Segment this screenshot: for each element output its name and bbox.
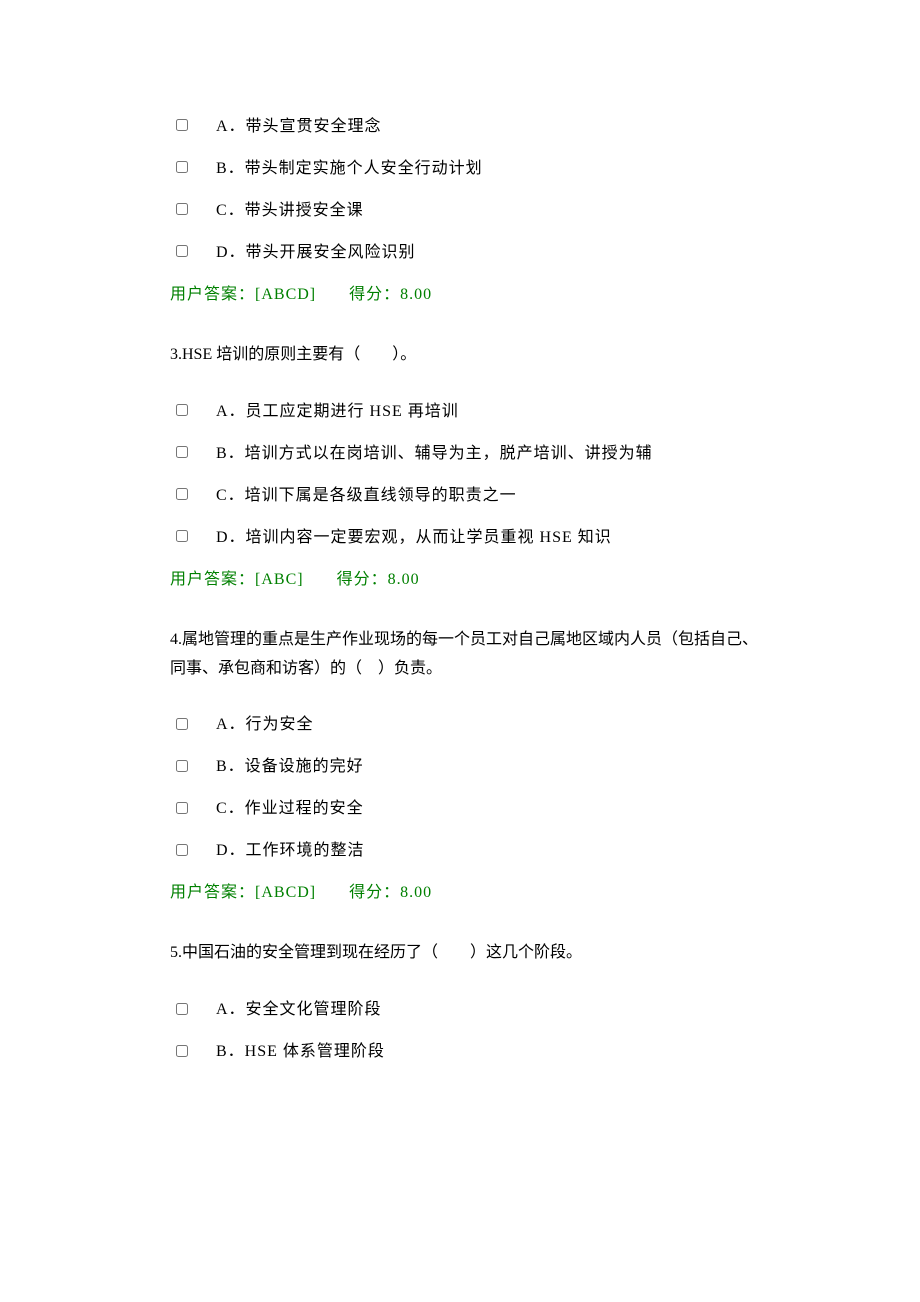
option-label: C．带头讲授安全课	[216, 199, 770, 223]
answer-line: 用户答案：[ABC] 得分：8.00	[170, 568, 770, 592]
question-block: A．带头宣贯安全理念 B．带头制定实施个人安全行动计划 C．带头讲授安全课 D．…	[170, 115, 770, 307]
checkbox-icon	[176, 524, 188, 548]
score-value: 8.00	[400, 286, 432, 303]
option-label: C．培训下属是各级直线领导的职责之一	[216, 484, 770, 508]
checkbox-icon	[176, 795, 188, 819]
answer-line: 用户答案：[ABCD] 得分：8.00	[170, 881, 770, 905]
option-checkbox[interactable]	[176, 404, 188, 416]
checkbox-icon	[176, 440, 188, 464]
option-checkbox[interactable]	[176, 488, 188, 500]
answer-value: [ABCD]	[255, 884, 316, 901]
option-checkbox[interactable]	[176, 1003, 188, 1015]
answer-prefix: 用户答案：	[170, 884, 255, 901]
answer-prefix: 用户答案：	[170, 571, 255, 588]
option-row: B．带头制定实施个人安全行动计划	[170, 157, 770, 181]
answer-value: [ABCD]	[255, 286, 316, 303]
score-prefix: 得分：	[349, 286, 400, 303]
option-row: B．HSE 体系管理阶段	[170, 1040, 770, 1064]
checkbox-icon	[176, 113, 188, 137]
option-checkbox[interactable]	[176, 718, 188, 730]
checkbox-icon	[176, 1038, 188, 1062]
options-list: A．行为安全 B．设备设施的完好 C．作业过程的安全 D．工作环境的整洁	[170, 713, 770, 863]
checkbox-icon	[176, 711, 188, 735]
option-label: A．员工应定期进行 HSE 再培训	[216, 400, 770, 424]
option-row: A．行为安全	[170, 713, 770, 737]
checkbox-icon	[176, 239, 188, 263]
option-checkbox[interactable]	[176, 446, 188, 458]
option-label: D．带头开展安全风险识别	[216, 241, 770, 265]
checkbox-icon	[176, 398, 188, 422]
option-row: C．带头讲授安全课	[170, 199, 770, 223]
option-label: A．安全文化管理阶段	[216, 998, 770, 1022]
option-row: B．培训方式以在岗培训、辅导为主，脱产培训、讲授为辅	[170, 442, 770, 466]
option-checkbox[interactable]	[176, 802, 188, 814]
option-label: B．HSE 体系管理阶段	[216, 1040, 770, 1064]
option-label: B．带头制定实施个人安全行动计划	[216, 157, 770, 181]
option-label: D．工作环境的整洁	[216, 839, 770, 863]
option-row: D．培训内容一定要宏观，从而让学员重视 HSE 知识	[170, 526, 770, 550]
option-row: D．带头开展安全风险识别	[170, 241, 770, 265]
page-content: A．带头宣贯安全理念 B．带头制定实施个人安全行动计划 C．带头讲授安全课 D．…	[0, 0, 920, 1158]
score-prefix: 得分：	[349, 884, 400, 901]
option-checkbox[interactable]	[176, 1045, 188, 1057]
option-row: B．设备设施的完好	[170, 755, 770, 779]
checkbox-icon	[176, 753, 188, 777]
option-checkbox[interactable]	[176, 161, 188, 173]
option-label: A．行为安全	[216, 713, 770, 737]
option-checkbox[interactable]	[176, 203, 188, 215]
answer-prefix: 用户答案：	[170, 286, 255, 303]
option-label: B．培训方式以在岗培训、辅导为主，脱产培训、讲授为辅	[216, 442, 770, 466]
checkbox-icon	[176, 837, 188, 861]
option-row: C．培训下属是各级直线领导的职责之一	[170, 484, 770, 508]
score-prefix: 得分：	[337, 571, 388, 588]
option-checkbox[interactable]	[176, 760, 188, 772]
answer-line: 用户答案：[ABCD] 得分：8.00	[170, 283, 770, 307]
answer-value: [ABC]	[255, 571, 304, 588]
checkbox-icon	[176, 197, 188, 221]
option-label: C．作业过程的安全	[216, 797, 770, 821]
option-row: A．带头宣贯安全理念	[170, 115, 770, 139]
option-checkbox[interactable]	[176, 245, 188, 257]
option-checkbox[interactable]	[176, 119, 188, 131]
question-block: 3.HSE 培训的原则主要有（ ）。 A．员工应定期进行 HSE 再培训 B．培…	[170, 341, 770, 592]
option-label: A．带头宣贯安全理念	[216, 115, 770, 139]
checkbox-icon	[176, 482, 188, 506]
option-checkbox[interactable]	[176, 844, 188, 856]
option-row: D．工作环境的整洁	[170, 839, 770, 863]
option-row: C．作业过程的安全	[170, 797, 770, 821]
options-list: A．带头宣贯安全理念 B．带头制定实施个人安全行动计划 C．带头讲授安全课 D．…	[170, 115, 770, 265]
option-row: A．安全文化管理阶段	[170, 998, 770, 1022]
checkbox-icon	[176, 155, 188, 179]
option-row: A．员工应定期进行 HSE 再培训	[170, 400, 770, 424]
question-block: 4.属地管理的重点是生产作业现场的每一个员工对自己属地区域内人员（包括自己、同事…	[170, 626, 770, 906]
option-label: D．培训内容一定要宏观，从而让学员重视 HSE 知识	[216, 526, 770, 550]
question-stem: 3.HSE 培训的原则主要有（ ）。	[170, 341, 770, 370]
options-list: A．安全文化管理阶段 B．HSE 体系管理阶段	[170, 998, 770, 1064]
score-value: 8.00	[388, 571, 420, 588]
question-stem: 4.属地管理的重点是生产作业现场的每一个员工对自己属地区域内人员（包括自己、同事…	[170, 626, 770, 684]
score-value: 8.00	[400, 884, 432, 901]
question-block: 5.中国石油的安全管理到现在经历了（ ）这几个阶段。 A．安全文化管理阶段 B．…	[170, 939, 770, 1064]
checkbox-icon	[176, 996, 188, 1020]
option-checkbox[interactable]	[176, 530, 188, 542]
option-label: B．设备设施的完好	[216, 755, 770, 779]
question-stem: 5.中国石油的安全管理到现在经历了（ ）这几个阶段。	[170, 939, 770, 968]
options-list: A．员工应定期进行 HSE 再培训 B．培训方式以在岗培训、辅导为主，脱产培训、…	[170, 400, 770, 550]
